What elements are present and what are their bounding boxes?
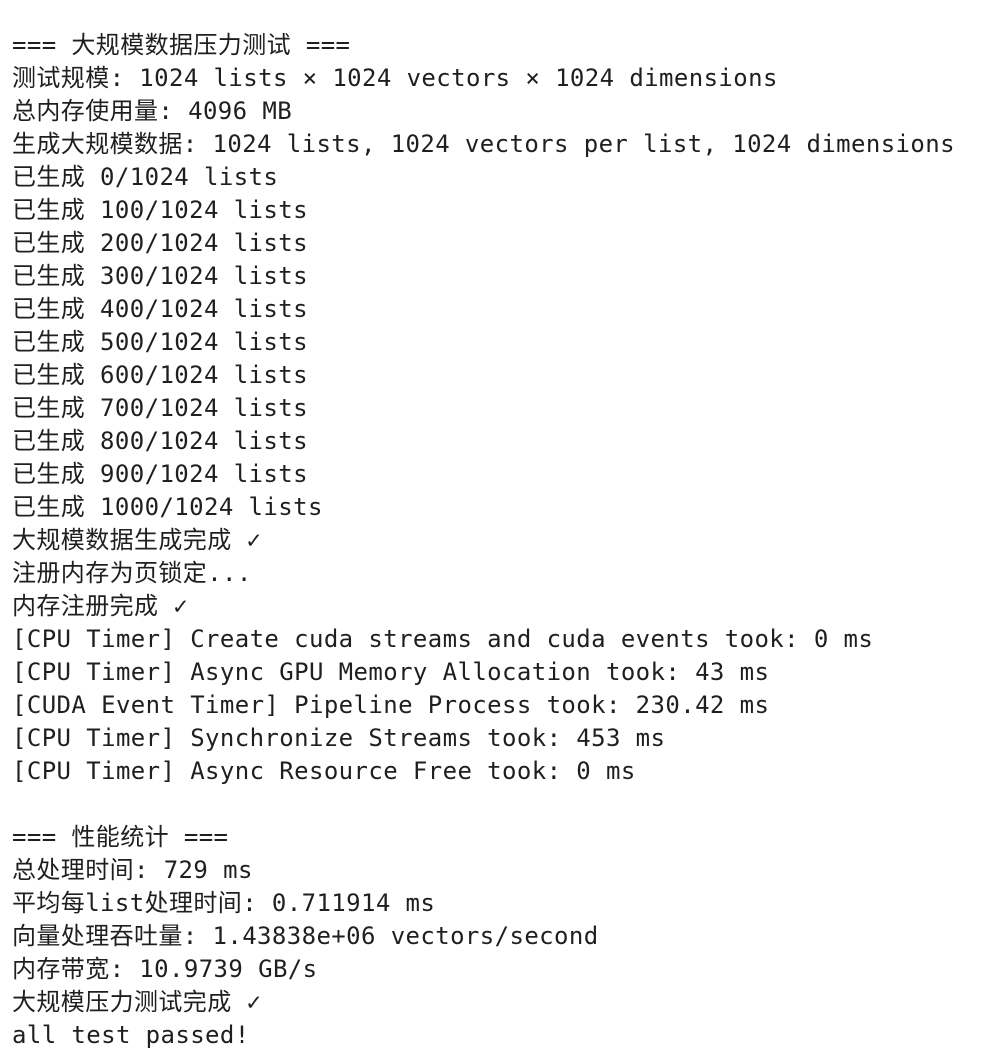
progress-line: 已生成 800/1024 lists bbox=[12, 427, 308, 455]
register-pinned-memory-line: 注册内存为页锁定... bbox=[12, 559, 252, 587]
terminal-output: === 大规模数据压力测试 === 测试规模: 1024 lists × 102… bbox=[12, 29, 1000, 1052]
progress-line: 已生成 200/1024 lists bbox=[12, 229, 308, 257]
generate-data-line: 生成大规模数据: 1024 lists, 1024 vectors per li… bbox=[12, 130, 955, 158]
timer-create-streams-line: [CPU Timer] Create cuda streams and cuda… bbox=[12, 625, 874, 653]
progress-line: 已生成 900/1024 lists bbox=[12, 460, 308, 488]
all-tests-passed-line: all test passed! bbox=[12, 1021, 250, 1049]
timer-pipeline-process-line: [CUDA Event Timer] Pipeline Process took… bbox=[12, 691, 770, 719]
throughput-line: 向量处理吞吐量: 1.43838e+06 vectors/second bbox=[12, 922, 599, 950]
total-processing-time-line: 总处理时间: 729 ms bbox=[12, 856, 253, 884]
timer-resource-free-line: [CPU Timer] Async Resource Free took: 0 … bbox=[12, 757, 636, 785]
total-memory-line: 总内存使用量: 4096 MB bbox=[12, 97, 293, 125]
progress-line: 已生成 700/1024 lists bbox=[12, 394, 308, 422]
timer-gpu-allocation-line: [CPU Timer] Async GPU Memory Allocation … bbox=[12, 658, 770, 686]
memory-registration-complete-line: 内存注册完成 ✓ bbox=[12, 592, 189, 620]
average-list-time-line: 平均每list处理时间: 0.711914 ms bbox=[12, 889, 436, 917]
memory-bandwidth-line: 内存带宽: 10.9739 GB/s bbox=[12, 955, 318, 983]
data-generation-complete-line: 大规模数据生成完成 ✓ bbox=[12, 526, 262, 554]
timer-synchronize-streams-line: [CPU Timer] Synchronize Streams took: 45… bbox=[12, 724, 666, 752]
progress-line: 已生成 600/1024 lists bbox=[12, 361, 308, 389]
progress-line: 已生成 0/1024 lists bbox=[12, 163, 279, 191]
section-header-stress-test: === 大规模数据压力测试 === bbox=[12, 31, 351, 59]
progress-line: 已生成 500/1024 lists bbox=[12, 328, 308, 356]
stress-test-complete-line: 大规模压力测试完成 ✓ bbox=[12, 988, 262, 1016]
progress-line: 已生成 1000/1024 lists bbox=[12, 493, 323, 521]
test-scale-line: 测试规模: 1024 lists × 1024 vectors × 1024 d… bbox=[12, 64, 778, 92]
section-header-performance: === 性能统计 === bbox=[12, 823, 229, 851]
progress-line: 已生成 100/1024 lists bbox=[12, 196, 308, 224]
progress-line: 已生成 400/1024 lists bbox=[12, 295, 308, 323]
progress-line: 已生成 300/1024 lists bbox=[12, 262, 308, 290]
